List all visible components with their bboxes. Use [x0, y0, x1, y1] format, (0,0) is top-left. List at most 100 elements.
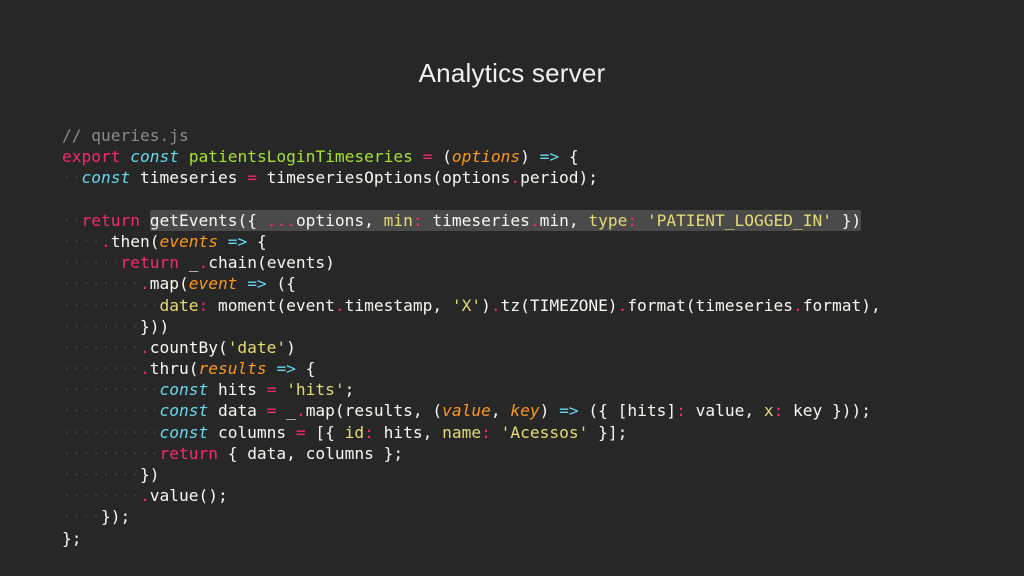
indent-guide: ········: [62, 359, 140, 379]
code-line: ········.value();: [62, 485, 881, 506]
code-token-storage: =>: [276, 359, 296, 379]
code-token-str: 'X': [451, 295, 482, 315]
code-token-dot: .: [139, 337, 150, 357]
code-token-storage: const: [81, 168, 131, 188]
code-token-plain: value();: [149, 486, 228, 506]
indent-guide: ··········: [62, 443, 160, 463]
slide-title: Analytics server: [418, 58, 606, 88]
code-token-param: options: [451, 147, 521, 167]
code-token-plain: ): [539, 401, 560, 421]
code-token-op: :: [773, 401, 784, 421]
indent-guide: ··: [62, 168, 82, 188]
code-token-prop: x: [763, 401, 774, 421]
code-token-prop: date: [159, 295, 199, 315]
code-token-plain: data: [208, 401, 267, 421]
indent-guide: ········: [62, 337, 140, 357]
code-token-plain: ): [286, 337, 296, 357]
indent-guide: ····: [62, 231, 101, 251]
code-token-param: results: [198, 359, 267, 379]
code-token-plain: map(results, (: [305, 401, 443, 421]
indent-guide: ··········: [62, 380, 160, 400]
code-token-op: :: [364, 422, 374, 442]
code-token-op: =: [422, 147, 433, 167]
code-token-plain: value,: [685, 401, 764, 421]
code-token-plain: {: [559, 147, 579, 167]
indent-guide: ········: [62, 486, 140, 506]
indent-guide: ········: [62, 274, 140, 294]
code-token-plain: }): [139, 465, 160, 484]
code-token-param: events: [159, 231, 218, 251]
code-token-plain: }): [832, 210, 862, 230]
code-token-op: :: [198, 295, 209, 315]
code-token-dot: .: [100, 231, 111, 251]
code-token-plain: min,: [539, 210, 589, 230]
indent-guide: ··········: [62, 295, 160, 315]
code-line: };: [62, 528, 881, 549]
code-token-op: =: [266, 401, 277, 421]
code-token-storage: const: [130, 147, 179, 167]
code-token-plain: thru(: [149, 359, 199, 379]
code-token-comment: // queries.js: [62, 126, 189, 145]
code-line: ····.then(events => {: [62, 231, 881, 252]
code-block: // queries.js export const patientsLoginT…: [62, 125, 881, 549]
code-token-plain: options,: [295, 210, 384, 230]
indent-guide: ····: [62, 507, 101, 527]
code-token-prop: type: [588, 210, 628, 230]
code-token-plain: hits: [208, 380, 267, 400]
code-token-plain: {: [295, 359, 316, 379]
indent-guide: ······: [62, 253, 121, 273]
code-token-storage: =>: [559, 401, 579, 421]
code-token-op: =: [247, 168, 257, 188]
code-line: ········})): [62, 316, 881, 337]
code-token-plain: format(timeseries: [627, 295, 793, 315]
code-token-plain: then(: [110, 231, 160, 251]
slide: Analytics server // queries.js export con…: [0, 0, 1024, 576]
code-token-op: =: [295, 422, 306, 442]
code-token-plain: ): [481, 295, 491, 315]
code-token-plain: ({: [266, 274, 296, 294]
code-token-plain: columns: [208, 422, 296, 442]
indent-guide: ··········: [62, 401, 160, 421]
code-token-prop: id: [344, 422, 365, 442]
code-token-plain: ,: [490, 401, 511, 421]
code-line: ········.map(event => ({: [62, 273, 881, 294]
code-token-kw: return: [159, 443, 218, 463]
code-token-dot: .: [139, 359, 150, 379]
code-token-plain: chain(events): [208, 253, 335, 273]
code-token-fn: patientsLoginTimeseries: [188, 147, 413, 167]
code-line: ······return _.chain(events): [62, 252, 881, 273]
code-token-kw: return: [120, 253, 179, 273]
code-token-param: key: [510, 401, 540, 421]
code-token-plain: countBy(: [149, 337, 228, 357]
code-token-plain: format),: [802, 295, 881, 315]
code-token-plain: moment(event: [208, 295, 335, 315]
code-token-plain: tz(TIMEZONE): [500, 295, 618, 315]
code-token-storage: const: [159, 422, 209, 442]
code-token-prop: name: [442, 422, 482, 442]
code-line: ········}): [62, 464, 881, 485]
code-token-dot: .: [295, 401, 306, 421]
code-token-plain: timeseries: [130, 168, 248, 188]
code-token-prop: min: [383, 210, 413, 230]
code-line: // queries.js: [62, 125, 881, 146]
code-token-plain: });: [100, 507, 131, 527]
code-token-dot: .: [334, 295, 345, 315]
selection-highlight: getEvents({ ...options, min: timeseries.…: [149, 209, 862, 231]
indent-guide: ··: [62, 210, 82, 230]
code-token-plain: period);: [520, 168, 599, 188]
code-token-plain: };: [62, 528, 82, 548]
code-line: export const patientsLoginTimeseries = (…: [62, 146, 881, 167]
code-token-param: value: [442, 401, 491, 421]
code-token-op: ...: [266, 210, 296, 230]
code-token-op: :: [676, 401, 686, 421]
code-token-dot: .: [793, 295, 803, 315]
code-token-plain: }];: [588, 422, 628, 442]
code-token-op: :: [481, 422, 491, 442]
